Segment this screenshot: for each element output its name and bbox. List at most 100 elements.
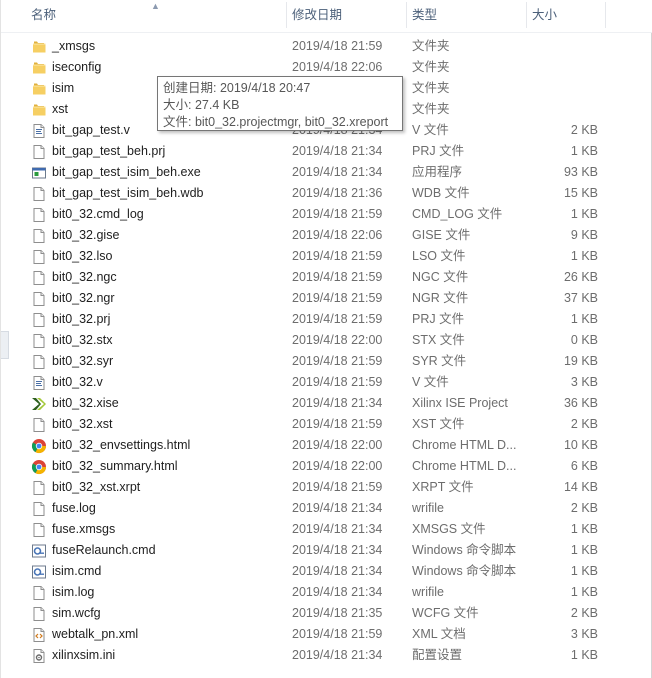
file-name: bit0_32.lso — [52, 249, 113, 263]
file-size: 0 KB — [570, 333, 598, 347]
xilinx-ise-icon — [31, 396, 47, 412]
file-modified-date: 2019/4/18 22:06 — [292, 60, 383, 74]
column-header-type[interactable]: 类型 — [406, 0, 526, 32]
file-row[interactable]: bit0_32.ngc 2019/4/18 21:59 NGC 文件 26 KB — [1, 267, 652, 288]
file-modified-date: 2019/4/18 21:59 — [292, 627, 383, 641]
file-name: bit_gap_test_beh.prj — [52, 144, 166, 158]
file-type: XMSGS 文件 — [412, 522, 486, 536]
file-type: 文件夹 — [412, 81, 450, 95]
blank-file-icon — [31, 270, 47, 286]
file-row[interactable]: xilinxsim.ini 2019/4/18 21:34 配置设置 1 KB — [1, 645, 652, 666]
column-header-name[interactable]: 名称 — [25, 0, 287, 32]
file-modified-date: 2019/4/18 21:34 — [292, 543, 383, 557]
file-type: WCFG 文件 — [412, 606, 479, 620]
file-size: 19 KB — [563, 354, 598, 368]
file-name: bit0_32.stx — [52, 333, 113, 347]
file-type: V 文件 — [412, 123, 449, 137]
file-row[interactable]: bit0_32.stx 2019/4/18 22:00 STX 文件 0 KB — [1, 330, 652, 351]
file-name: _xmsgs — [52, 39, 96, 53]
file-row[interactable]: bit0_32_xst.xrpt 2019/4/18 21:59 XRPT 文件 14… — [1, 477, 652, 498]
ini-settings-icon — [31, 648, 47, 664]
exe-icon — [31, 165, 47, 181]
cmd-script-icon — [31, 564, 47, 580]
folder-icon — [31, 81, 47, 97]
file-type: Chrome HTML D... — [412, 438, 517, 452]
file-row[interactable]: bit_gap_test_isim_beh.exe 2019/4/18 21:34… — [1, 162, 652, 183]
file-size: 1 KB — [570, 585, 598, 599]
file-row[interactable]: sim.wcfg 2019/4/18 21:35 WCFG 文件 2 KB — [1, 603, 652, 624]
file-row[interactable]: fuse.log 2019/4/18 21:34 wrifile 2 KB — [1, 498, 652, 519]
file-modified-date: 2019/4/18 21:34 — [292, 522, 383, 536]
file-name: xilinxsim.ini — [52, 648, 116, 662]
file-type: Xilinx ISE Project — [412, 396, 508, 410]
file-row[interactable]: bit0_32_envsettings.html 2019/4/18 22:00 C… — [1, 435, 652, 456]
file-row[interactable]: iseconfig 2019/4/18 22:06 文件夹 — [1, 57, 652, 78]
blank-file-icon — [31, 501, 47, 517]
file-size: 3 KB — [570, 375, 598, 389]
xml-icon — [31, 627, 47, 643]
file-row[interactable]: fuseRelaunch.cmd 2019/4/18 21:34 Windows 命… — [1, 540, 652, 561]
file-modified-date: 2019/4/18 22:00 — [292, 459, 383, 473]
file-row[interactable]: bit0_32.xst 2019/4/18 21:59 XST 文件 2 KB — [1, 414, 652, 435]
file-row[interactable]: bit0_32.lso 2019/4/18 21:59 LSO 文件 1 KB — [1, 246, 652, 267]
file-type: LSO 文件 — [412, 249, 466, 263]
column-divider[interactable] — [605, 2, 606, 28]
tooltip-files: 文件: bit0_32.projectmgr, bit0_32.xreport — [163, 115, 389, 129]
column-header-size[interactable]: 大小 — [526, 0, 606, 32]
file-type: 应用程序 — [412, 165, 463, 179]
file-name: bit0_32.ngr — [52, 291, 115, 305]
file-row[interactable]: bit0_32.syr 2019/4/18 21:59 SYR 文件 19 KB — [1, 351, 652, 372]
column-header-modified[interactable]: 修改日期 — [286, 0, 406, 32]
file-row[interactable]: bit_gap_test_isim_beh.wdb 2019/4/18 21:36… — [1, 183, 652, 204]
file-row[interactable]: bit0_32.gise 2019/4/18 22:06 GISE 文件 9 KB — [1, 225, 652, 246]
blank-file-icon — [31, 186, 47, 202]
file-modified-date: 2019/4/18 21:59 — [292, 375, 383, 389]
file-modified-date: 2019/4/18 21:34 — [292, 564, 383, 578]
blank-file-icon — [31, 228, 47, 244]
file-size: 1 KB — [570, 648, 598, 662]
file-row[interactable]: bit0_32.cmd_log 2019/4/18 21:59 CMD_LOG 文件… — [1, 204, 652, 225]
file-size: 1 KB — [570, 543, 598, 557]
file-row[interactable]: fuse.xmsgs 2019/4/18 21:34 XMSGS 文件 1 KB — [1, 519, 652, 540]
file-name: isim.log — [52, 585, 95, 599]
blank-file-icon — [31, 207, 47, 223]
file-name: isim — [52, 81, 75, 95]
file-type: GISE 文件 — [412, 228, 471, 242]
folder-info-tooltip: 创建日期: 2019/4/18 20:47 大小: 27.4 KB 文件: bi… — [157, 76, 403, 131]
blank-file-icon — [31, 480, 47, 496]
blank-file-icon — [31, 249, 47, 265]
file-modified-date: 2019/4/18 22:00 — [292, 333, 383, 347]
file-row[interactable]: bit_gap_test_beh.prj 2019/4/18 21:34 PRJ 文… — [1, 141, 652, 162]
file-type: WDB 文件 — [412, 186, 470, 200]
file-size: 1 KB — [570, 144, 598, 158]
blank-file-icon — [31, 522, 47, 538]
file-modified-date: 2019/4/18 21:35 — [292, 606, 383, 620]
file-size: 1 KB — [570, 522, 598, 536]
file-row[interactable]: webtalk_pn.xml 2019/4/18 21:59 XML 文档 3 KB — [1, 624, 652, 645]
file-row[interactable]: bit0_32.ngr 2019/4/18 21:59 NGR 文件 37 KB — [1, 288, 652, 309]
column-header-bar: ▲ 名称 修改日期 类型 大小 — [1, 0, 652, 33]
file-row[interactable]: bit0_32.prj 2019/4/18 21:59 PRJ 文件 1 KB — [1, 309, 652, 330]
file-modified-date: 2019/4/18 21:59 — [292, 207, 383, 221]
file-name: bit0_32_xst.xrpt — [52, 480, 141, 494]
file-name: sim.wcfg — [52, 606, 101, 620]
file-name: bit0_32.ngc — [52, 270, 117, 284]
file-type: CMD_LOG 文件 — [412, 207, 503, 221]
file-name: bit0_32.syr — [52, 354, 114, 368]
blank-file-icon — [31, 144, 47, 160]
file-size: 2 KB — [570, 501, 598, 515]
file-row[interactable]: bit0_32_summary.html 2019/4/18 22:00 Chrom… — [1, 456, 652, 477]
file-name: bit0_32_summary.html — [52, 459, 178, 473]
file-row[interactable]: _xmsgs 2019/4/18 21:59 文件夹 — [1, 36, 652, 57]
file-row[interactable]: bit0_32.xise 2019/4/18 21:34 Xilinx ISE Pr… — [1, 393, 652, 414]
file-row[interactable]: isim.cmd 2019/4/18 21:34 Windows 命令脚本 1 KB — [1, 561, 652, 582]
file-size: 36 KB — [563, 396, 598, 410]
file-modified-date: 2019/4/18 21:59 — [292, 417, 383, 431]
file-type: 文件夹 — [412, 102, 450, 116]
file-name: bit0_32.prj — [52, 312, 111, 326]
blank-file-icon — [31, 354, 47, 370]
file-size: 2 KB — [570, 606, 598, 620]
file-row[interactable]: bit0_32.v 2019/4/18 21:59 V 文件 3 KB — [1, 372, 652, 393]
chrome-icon — [31, 438, 47, 454]
file-row[interactable]: isim.log 2019/4/18 21:34 wrifile 1 KB — [1, 582, 652, 603]
